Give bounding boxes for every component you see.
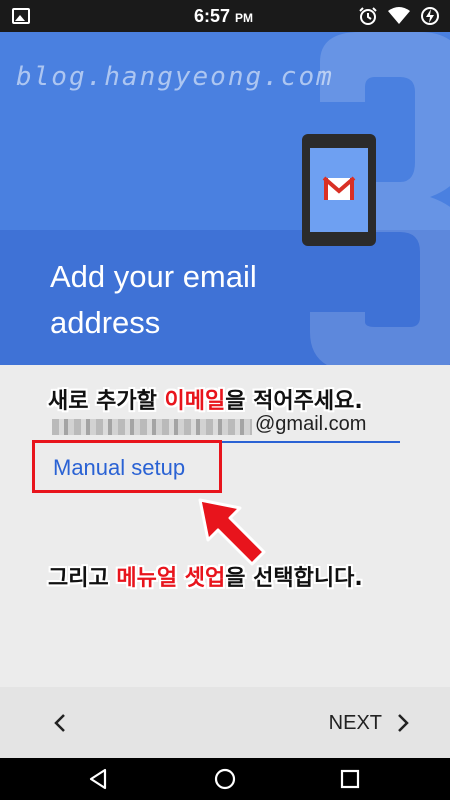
status-icons — [358, 6, 440, 26]
phone-screen — [310, 148, 368, 232]
bottom-action-bar: NEXT — [0, 687, 450, 758]
next-label: NEXT — [328, 711, 382, 734]
redacted-username — [52, 419, 252, 435]
instruction-text: 을 선택합니다. — [225, 566, 363, 591]
email-domain-suffix: @gmail.com — [255, 413, 367, 435]
watermark: blog.hangyeong.com — [16, 62, 334, 92]
gmail-icon — [322, 176, 356, 200]
alarm-icon — [359, 7, 377, 25]
gallery-icon — [12, 8, 30, 24]
instruction-manual-setup: 그리고 메뉴얼 셋업을 선택합니다. — [48, 560, 363, 592]
back-triangle-icon[interactable] — [86, 767, 110, 791]
home-circle-icon[interactable] — [213, 767, 237, 791]
wifi-icon — [388, 7, 410, 24]
page-title: Add your email address — [50, 259, 257, 340]
chevron-left-icon — [54, 714, 65, 732]
instruction-text: 그리고 — [48, 566, 117, 591]
hero-banner: blog.hangyeong.com Add your email addres… — [0, 32, 450, 365]
email-input[interactable]: @gmail.com — [50, 409, 400, 443]
back-button[interactable] — [40, 707, 80, 739]
manual-setup-highlight-box: Manual setup — [32, 440, 222, 493]
red-pointer-arrow-icon — [198, 498, 266, 566]
content-area: 새로 추가할 이메일을 적어주세요. @gmail.com Manual set… — [0, 365, 450, 687]
manual-setup-link[interactable]: Manual setup — [53, 455, 185, 481]
recents-square-icon[interactable] — [338, 767, 362, 791]
system-navigation-bar — [0, 758, 450, 800]
chevron-right-icon — [398, 714, 409, 732]
next-button[interactable]: NEXT — [329, 707, 410, 739]
instruction-highlight: 메뉴얼 셋업 — [116, 566, 226, 591]
battery-charging-icon — [421, 7, 439, 25]
status-bar: 6:57 PM — [0, 0, 450, 32]
clock-ampm: PM — [235, 11, 254, 25]
clock-time: 6:57 — [194, 6, 231, 26]
clock: 6:57 PM — [194, 6, 253, 27]
phone-illustration — [302, 134, 376, 246]
